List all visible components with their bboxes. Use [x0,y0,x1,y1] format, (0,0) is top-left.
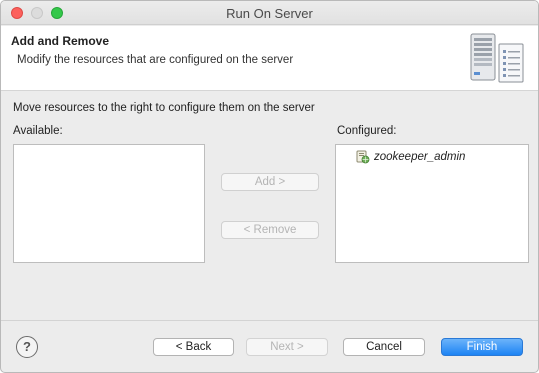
back-button[interactable]: < Back [153,338,234,356]
title-bar: Run On Server [1,1,538,25]
web-module-icon [356,150,370,164]
cancel-button[interactable]: Cancel [343,338,425,356]
available-label: Available: [13,125,63,137]
available-list[interactable] [13,144,205,263]
page-title: Add and Remove [11,34,110,48]
add-button[interactable]: Add > [221,173,319,191]
next-button[interactable]: Next > [246,338,328,356]
footer-divider [1,320,538,321]
configured-label: Configured: [337,125,397,137]
instruction-text: Move resources to the right to configure… [13,102,315,114]
window-title: Run On Server [226,6,313,21]
configured-list[interactable]: zookeeper_admin [335,144,529,263]
help-icon[interactable]: ? [16,336,38,358]
server-wizard-icon [470,33,524,83]
wizard-banner: Add and Remove Modify the resources that… [1,26,538,91]
page-description: Modify the resources that are configured… [17,54,294,66]
list-item-label: zookeeper_admin [374,151,466,163]
list-item[interactable]: zookeeper_admin [356,149,465,165]
finish-button[interactable]: Finish [441,338,523,356]
run-on-server-dialog: Run On Server Add and Remove Modify the … [0,0,539,373]
remove-button[interactable]: < Remove [221,221,319,239]
